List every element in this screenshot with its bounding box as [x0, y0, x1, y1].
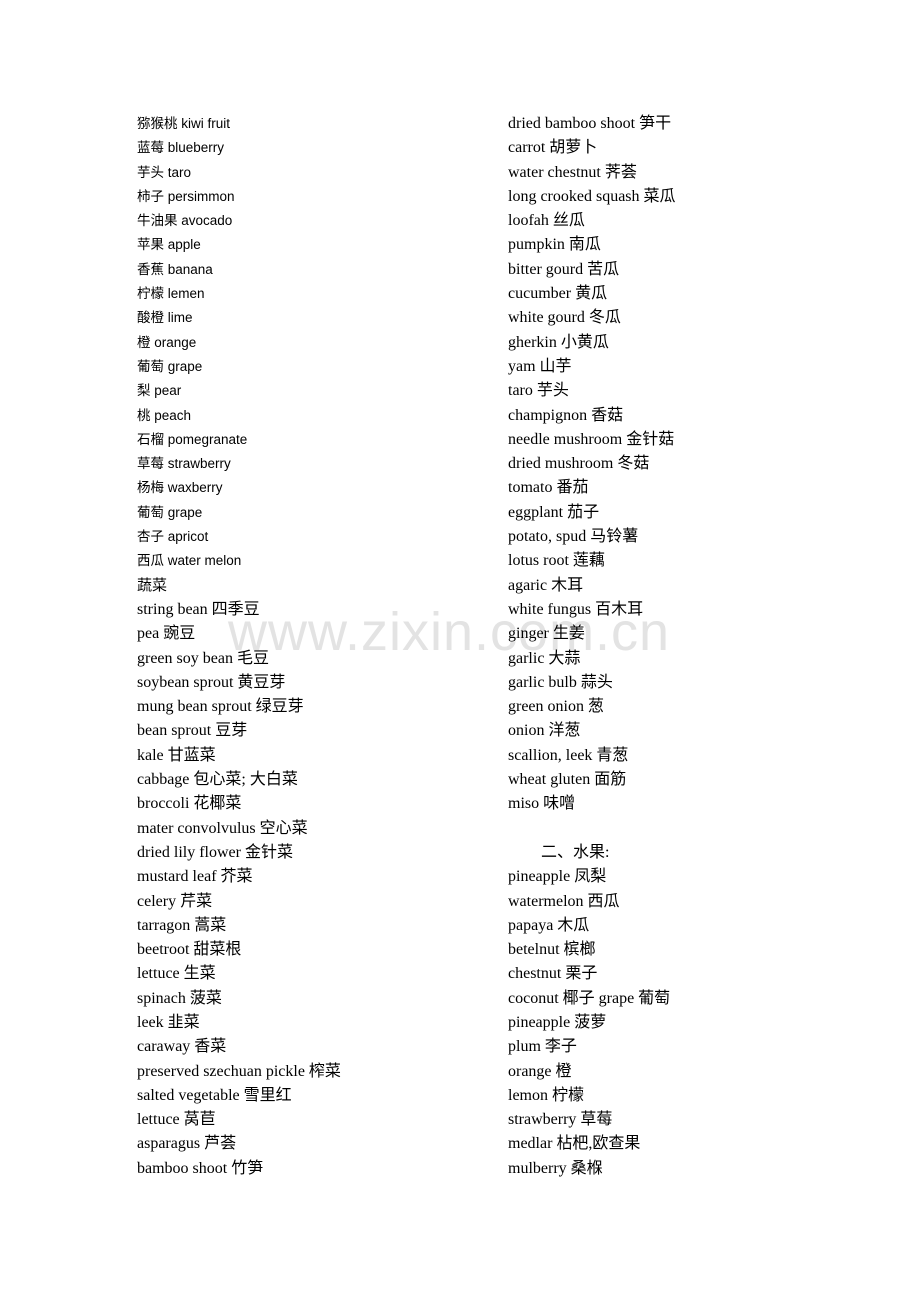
vocabulary-line: broccoli 花椰菜 — [137, 795, 242, 813]
vocabulary-line: yam 山芋 — [508, 357, 572, 375]
vocabulary-line: bamboo shoot 竹笋 — [137, 1159, 264, 1177]
vocabulary-line: betelnut 槟榔 — [508, 941, 596, 959]
vocabulary-line: agaric 木耳 — [508, 576, 584, 594]
vocabulary-line: kale 甘蓝菜 — [137, 746, 216, 764]
vocabulary-line: pineapple 菠萝 — [508, 1013, 607, 1031]
vocabulary-line: garlic bulb 蒜头 — [508, 673, 613, 691]
document-page: www.zixin.com.cn 猕猴桃 kiwi fruit 蓝莓 bluebe… — [0, 0, 920, 1302]
vocabulary-line: mulberry 桑椺 — [508, 1159, 603, 1177]
vocabulary-line: orange 橙 — [508, 1062, 572, 1080]
vocabulary-line: long crooked squash 菜瓜 — [508, 187, 676, 205]
vocabulary-line: pea 豌豆 — [137, 625, 196, 643]
vocabulary-line: 梨 pear — [137, 383, 182, 399]
vocabulary-line: miso 味噌 — [508, 795, 576, 813]
vocabulary-line: leek 韭菜 — [137, 1013, 200, 1031]
vocabulary-line: 猕猴桃 kiwi fruit — [137, 116, 231, 131]
vocabulary-line: wheat gluten 面筋 — [508, 771, 627, 789]
vocabulary-line: lemon 柠檬 — [508, 1086, 584, 1104]
section-heading: 二、水果: — [541, 843, 610, 861]
vocabulary-line: carrot 胡萝卜 — [508, 139, 598, 157]
vocabulary-line: 苹果 apple — [137, 237, 201, 253]
vocabulary-line: salted vegetable 雪里红 — [137, 1086, 292, 1104]
vocabulary-line: asparagus 芦荟 — [137, 1135, 237, 1153]
vocabulary-line: lettuce 生菜 — [137, 965, 216, 983]
vocabulary-line: 牛油果 avocado — [137, 213, 233, 229]
vocabulary-line: eggplant 茄子 — [508, 503, 600, 521]
vocabulary-line: medlar 枮杷,欧查果 — [508, 1135, 641, 1153]
vocabulary-line: 香蕉 banana — [137, 261, 213, 277]
vocabulary-line: potato, spud 马铃薯 — [508, 528, 639, 546]
vocabulary-line: 蔬菜 — [137, 576, 168, 594]
vocabulary-line: spinach 菠菜 — [137, 989, 222, 1007]
vocabulary-line: tomato 番茄 — [508, 479, 589, 497]
vocabulary-line: 葡萄 grape — [137, 358, 203, 374]
vocabulary-line: tarragon 蒿菜 — [137, 916, 227, 934]
vocabulary-line: dried lily flower 金针菜 — [137, 843, 293, 861]
vocabulary-line: loofah 丝瓜 — [508, 212, 585, 230]
vocabulary-line: preserved szechuan pickle 榨菜 — [137, 1062, 341, 1080]
vocabulary-line: mater convolvulus 空心菜 — [137, 819, 308, 837]
right-column: dried bamboo shoot 笋干 carrot 胡萝卜 water che… — [508, 112, 868, 1181]
vocabulary-line: green soy bean 毛豆 — [137, 649, 269, 667]
vocabulary-line: 草莓 strawberry — [137, 456, 231, 472]
vocabulary-line: plum 李子 — [508, 1038, 577, 1056]
vocabulary-line: 柿子 persimmon — [137, 188, 235, 204]
vocabulary-line: chestnut 栗子 — [508, 965, 598, 983]
vocabulary-line: dried bamboo shoot 笋干 — [508, 115, 672, 132]
vocabulary-line: 橙 orange — [137, 334, 197, 350]
vocabulary-line: bean sprout 豆芽 — [137, 722, 248, 740]
vocabulary-line: champignon 香菇 — [508, 406, 624, 424]
vocabulary-line: soybean sprout 黄豆芽 — [137, 673, 286, 691]
vocabulary-line: 芋头 taro — [137, 164, 192, 180]
vocabulary-line: mustard leaf 芥菜 — [137, 868, 253, 886]
vocabulary-line: papaya 木瓜 — [508, 916, 590, 934]
vocabulary-line: 桃 peach — [137, 407, 192, 423]
vocabulary-line: pumpkin 南瓜 — [508, 236, 601, 254]
vocabulary-line: ginger 生姜 — [508, 625, 585, 643]
vocabulary-line: 蓝莓 blueberry — [137, 140, 225, 156]
vocabulary-line: water chestnut 荠荟 — [508, 163, 637, 181]
vocabulary-line: cucumber 黄瓜 — [508, 285, 608, 303]
vocabulary-line: strawberry 草莓 — [508, 1111, 613, 1129]
vocabulary-line: lettuce 莴苣 — [137, 1111, 216, 1129]
vocabulary-line: pineapple 凤梨 — [508, 868, 607, 886]
vocabulary-line: 杏子 apricot — [137, 529, 209, 545]
vocabulary-line: green onion 葱 — [508, 698, 604, 716]
vocabulary-line — [508, 817, 868, 841]
vocabulary-line: cabbage 包心菜; 大白菜 — [137, 771, 298, 789]
left-column: 猕猴桃 kiwi fruit 蓝莓 blueberry 芋头 taro 柿子 pers… — [137, 112, 477, 1181]
vocabulary-line: 酸橙 lime — [137, 310, 193, 326]
vocabulary-line: string bean 四季豆 — [137, 600, 260, 618]
vocabulary-line: white gourd 冬瓜 — [508, 309, 621, 327]
vocabulary-line: dried mushroom 冬菇 — [508, 455, 650, 473]
document-columns: 猕猴桃 kiwi fruit 蓝莓 blueberry 芋头 taro 柿子 pers… — [0, 0, 920, 1302]
vocabulary-line: celery 芹菜 — [137, 892, 213, 910]
vocabulary-line: white fungus 百木耳 — [508, 600, 644, 618]
vocabulary-line: 杨梅 waxberry — [137, 480, 223, 496]
vocabulary-line: 柠檬 lemen — [137, 286, 205, 302]
vocabulary-line: coconut 椰子 grape 葡萄 — [508, 989, 671, 1007]
vocabulary-line: watermelon 西瓜 — [508, 892, 620, 910]
vocabulary-line: gherkin 小黄瓜 — [508, 333, 609, 351]
vocabulary-line: 西瓜 water melon — [137, 553, 242, 569]
vocabulary-line: beetroot 甜菜根 — [137, 941, 242, 959]
vocabulary-line: 石榴 pomegranate — [137, 431, 248, 447]
vocabulary-line: taro 芋头 — [508, 382, 569, 400]
vocabulary-line: 葡萄 grape — [137, 504, 203, 520]
vocabulary-line: onion 洋葱 — [508, 722, 581, 740]
vocabulary-line: bitter gourd 苦瓜 — [508, 260, 620, 278]
vocabulary-line: garlic 大蒜 — [508, 649, 581, 667]
vocabulary-line: mung bean sprout 绿豆芽 — [137, 698, 304, 716]
vocabulary-line: needle mushroom 金针菇 — [508, 430, 675, 448]
vocabulary-line: caraway 香菜 — [137, 1038, 227, 1056]
vocabulary-line: lotus root 莲藕 — [508, 552, 605, 570]
vocabulary-line: scallion, leek 青葱 — [508, 746, 629, 764]
